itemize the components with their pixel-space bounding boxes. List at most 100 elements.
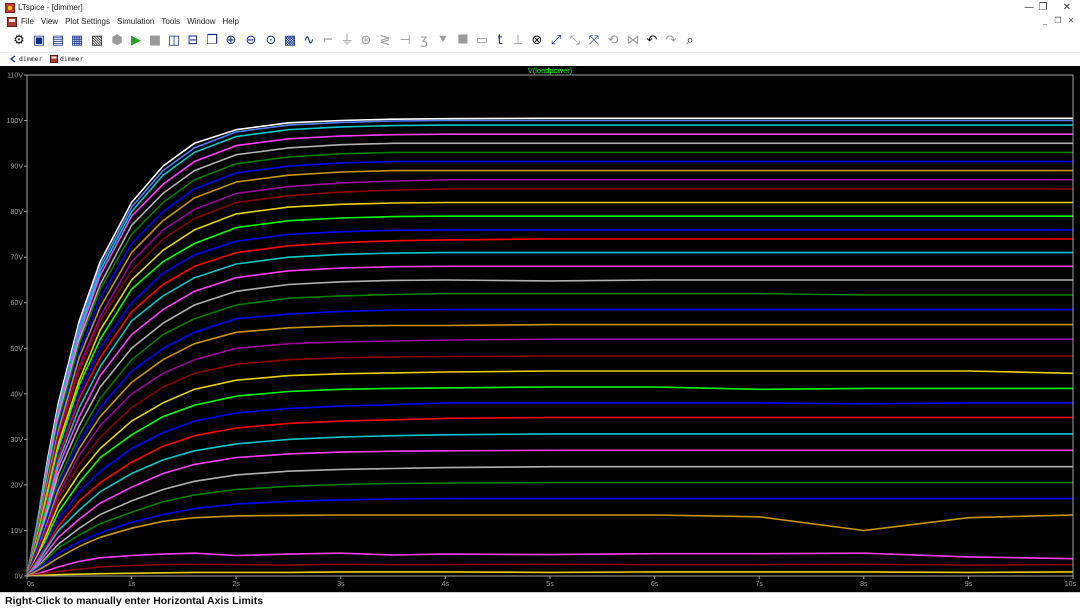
mirror-icon[interactable]: ⋈ xyxy=(624,31,642,51)
cascade-icon[interactable]: ❐ xyxy=(203,31,221,51)
toolbar: ⚙ ▣ ▤ ▦ ▧ ⬢ ▶ ■ ◫ ⊟ ❐ ⊕ ⊖ ⊙ ▩ ∿ ⌐ ⏚ ⊛ ≷ ⊣ ʒ ⯆ ⯀ ▭ t ⊥ ⊗ ⤢ ⤡ ⤧ ⟲ ⋈ ↶ ↷ ⌕ xyxy=(0,28,1080,53)
drag-icon[interactable]: ⤧ xyxy=(585,31,603,51)
y-tick-label: 10V xyxy=(11,528,24,535)
undo-icon[interactable]: ↶ xyxy=(643,31,661,51)
trace-line-2[interactable] xyxy=(26,124,1073,577)
ltspice-logo-icon xyxy=(5,3,15,13)
inductor-icon[interactable]: ʒ xyxy=(415,31,433,51)
trace-line-10[interactable] xyxy=(26,201,1073,577)
x-tick-label[interactable]: 2s xyxy=(232,581,240,588)
delete-icon[interactable]: ⊗ xyxy=(528,31,546,51)
trace-line-15[interactable] xyxy=(26,265,1073,577)
y-tick-label: 80V xyxy=(11,209,24,216)
menu-help[interactable]: Help xyxy=(223,16,239,28)
x-axis-ticks[interactable]: 0s 1s 2s 3s 4s 5s 6s 7s 8s 9s 10s xyxy=(26,576,1077,588)
stop-icon[interactable]: ■ xyxy=(146,31,164,51)
menu-window[interactable]: Window xyxy=(187,16,215,28)
wire-icon[interactable]: ⌐ xyxy=(319,31,337,51)
waveform-icon[interactable]: ∿ xyxy=(300,31,318,51)
tab-schematic[interactable]: dimmer xyxy=(9,54,42,65)
x-tick-label[interactable]: 7s xyxy=(755,581,763,588)
y-tick-label: 20V xyxy=(11,482,24,489)
ground-icon[interactable]: ⏚ xyxy=(338,31,356,51)
close-button[interactable]: ✕ xyxy=(1054,0,1080,16)
y-tick-label: 0V xyxy=(14,574,23,581)
x-tick-label[interactable]: 8s xyxy=(860,581,868,588)
trace-line-14[interactable] xyxy=(26,251,1073,577)
tab-waveform[interactable]: dimmer xyxy=(50,54,83,65)
new-schematic-icon[interactable]: ▣ xyxy=(30,31,48,51)
document-menu-icon[interactable] xyxy=(7,17,17,27)
halt-icon[interactable]: ⬢ xyxy=(108,31,126,51)
save-icon[interactable]: ▦ xyxy=(68,31,86,51)
open-file-icon[interactable]: ▤ xyxy=(49,31,67,51)
autorange-icon[interactable]: ▩ xyxy=(281,31,299,51)
trace-line-29[interactable] xyxy=(26,481,1073,577)
waveform-viewer[interactable]: 0V 10V 20V 30V 40V 50V 60V 70V 80V 90V 100V 110V 0s… xyxy=(0,66,1080,592)
document-close-button[interactable]: ✕ xyxy=(1066,16,1076,26)
x-tick-label[interactable]: 6s xyxy=(651,581,659,588)
menu-tools[interactable]: Tools xyxy=(161,16,180,28)
label-net-icon[interactable]: ⊛ xyxy=(357,31,375,51)
tile-horizontal-icon[interactable]: ⊟ xyxy=(184,31,202,51)
trace-line-20[interactable] xyxy=(26,338,1073,577)
waveform-plot[interactable]: 0V 10V 20V 30V 40V 50V 60V 70V 80V 90V 100V 110V 0s… xyxy=(0,66,1080,592)
menu-simulation[interactable]: Simulation xyxy=(117,16,154,28)
capacitor-icon[interactable]: ⊣ xyxy=(396,31,414,51)
menu-view[interactable]: View xyxy=(41,16,58,28)
x-tick-label[interactable]: 9s xyxy=(965,581,973,588)
trace-line-31[interactable] xyxy=(26,514,1074,577)
control-panel-icon[interactable]: ⚙ xyxy=(10,31,28,51)
trace-line-17[interactable] xyxy=(26,292,1073,577)
tab-waveform-label: dimmer xyxy=(60,55,84,63)
run-icon[interactable]: ▶ xyxy=(127,31,145,51)
zoom-in-icon[interactable]: ⊕ xyxy=(222,31,240,51)
document-restore-button[interactable]: ❐ xyxy=(1053,16,1063,26)
x-tick-label[interactable]: 4s xyxy=(442,581,450,588)
trace-line-34[interactable] xyxy=(26,571,1074,577)
trace-line-23[interactable] xyxy=(26,386,1073,577)
menu-file[interactable]: File xyxy=(21,16,34,28)
trace-line-33[interactable] xyxy=(26,563,1074,577)
trace-line-9[interactable] xyxy=(26,188,1073,577)
x-tick-label[interactable]: 0s xyxy=(27,581,35,588)
x-tick-label[interactable]: 5s xyxy=(546,581,554,588)
restore-button[interactable]: ❐ xyxy=(1030,0,1056,16)
document-minimize-button[interactable]: _ xyxy=(1040,16,1050,26)
resistor-icon[interactable]: ≷ xyxy=(376,31,394,51)
y-tick-label: 110V xyxy=(7,73,23,80)
text-icon[interactable]: t xyxy=(491,31,509,51)
toolbar-buttons: ⚙ ▣ ▤ ▦ ▧ ⬢ ▶ ■ ◫ ⊟ ❐ ⊕ ⊖ ⊙ ▩ ∿ ⌐ ⏚ ⊛ ≷ ⊣ ʒ ⯆ ⯀ ▭ t ⊥ ⊗ ⤢ ⤡ ⤧ ⟲ ⋈ ↶ ↷ ⌕ xyxy=(10,31,710,51)
zoom-out-icon[interactable]: ⊖ xyxy=(242,31,260,51)
trace-line-6[interactable] xyxy=(26,160,1073,577)
trace-line-22[interactable] xyxy=(26,370,1074,577)
duplicate-icon[interactable]: ⤢ xyxy=(547,31,565,51)
diode-icon[interactable]: ⯆ xyxy=(434,31,452,51)
trace-line-24[interactable] xyxy=(26,402,1073,577)
x-tick-label[interactable]: 10s xyxy=(1065,581,1077,588)
trace-group xyxy=(26,117,1074,577)
tab-schematic-label: dimmer xyxy=(19,55,43,63)
find-icon[interactable]: ⌕ xyxy=(681,31,699,51)
print-icon[interactable]: ▧ xyxy=(88,31,106,51)
move-icon[interactable]: ⤡ xyxy=(566,31,584,51)
y-tick-label: 50V xyxy=(11,346,24,353)
redo-icon[interactable]: ↷ xyxy=(662,31,680,51)
x-tick-label[interactable]: 3s xyxy=(337,581,345,588)
trace-line-27[interactable] xyxy=(26,449,1073,577)
trace-label-vloadpower[interactable]: V(loadpower) xyxy=(528,66,573,75)
y-tick-label: 100V xyxy=(7,118,24,125)
rotate-icon[interactable]: ⟲ xyxy=(604,31,622,51)
menu-plot-settings[interactable]: Plot Settings xyxy=(65,16,110,28)
trace-line-3[interactable] xyxy=(26,133,1073,577)
x-tick-label[interactable]: 1s xyxy=(128,581,136,588)
component-icon[interactable]: ⯀ xyxy=(454,31,472,51)
spice-directive-icon[interactable]: ⊥ xyxy=(509,31,527,51)
y-tick-label: 30V xyxy=(11,437,24,444)
tile-vertical-icon[interactable]: ◫ xyxy=(165,31,183,51)
zoom-fit-icon[interactable]: ⊙ xyxy=(262,31,280,51)
trace-line-13[interactable] xyxy=(26,238,1073,577)
net-name-icon[interactable]: ▭ xyxy=(473,31,491,51)
y-tick-label: 70V xyxy=(11,255,24,262)
trace-line-11[interactable] xyxy=(26,215,1073,577)
